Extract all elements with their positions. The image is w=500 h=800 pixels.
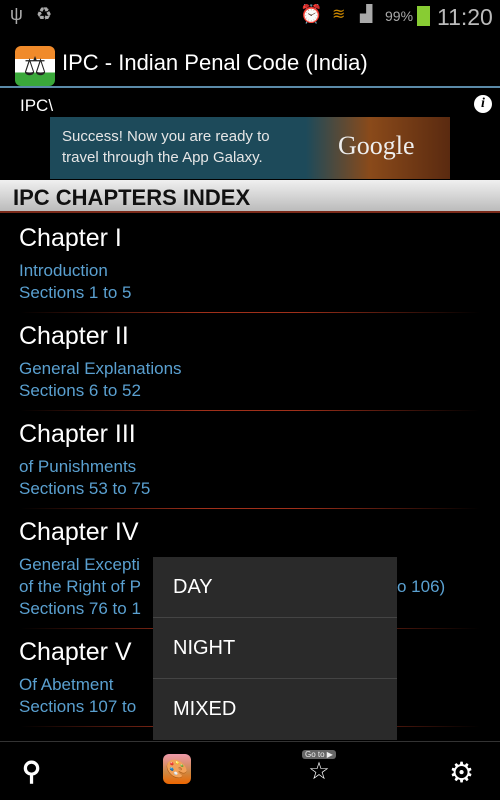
chapter-sections: Sections 107 to: [19, 697, 137, 716]
scales-of-justice-app-icon: ⚖: [15, 46, 55, 86]
alarm-icon: ⏰: [300, 4, 323, 24]
menu-item-mixed[interactable]: MIXED: [153, 679, 397, 740]
clock: 11:20: [437, 4, 493, 30]
bottom-toolbar: ⚲ 🎨 Go to ▶ ☆ ⚙: [0, 741, 500, 800]
ad-text-line2: travel through the App Galaxy.: [62, 149, 263, 166]
menu-item-night[interactable]: NIGHT: [153, 618, 397, 679]
chapter-title: Chapter V: [19, 638, 132, 666]
theme-menu: DAY NIGHT MIXED: [153, 557, 397, 740]
ad-text-line1: Success! Now you are ready to: [62, 128, 270, 145]
signal-icon: ▟: [360, 6, 373, 23]
usb-icon: ψ: [10, 4, 23, 24]
app-title: IPC - Indian Penal Code (India): [62, 50, 368, 75]
chapter-title: Chapter III: [19, 420, 136, 448]
search-icon[interactable]: ⚲: [22, 756, 41, 787]
divider: [20, 312, 480, 313]
chapter-desc: of Punishments: [19, 457, 137, 476]
star-icon: ☆: [308, 758, 330, 785]
ad-brand-logo: Google: [338, 131, 415, 160]
battery-charging-icon: [417, 6, 430, 26]
chapter-title: Chapter II: [19, 322, 129, 350]
theme-palette-icon[interactable]: 🎨: [163, 754, 191, 784]
goto-button[interactable]: Go to ▶ ☆: [302, 750, 336, 785]
divider: [20, 410, 480, 411]
info-icon[interactable]: i: [474, 95, 492, 113]
divider: [20, 508, 480, 509]
settings-icon[interactable]: ⚙: [449, 756, 474, 789]
chapter-sections: Sections 53 to 75: [19, 479, 151, 498]
chapter-desc: of the Right of P: [19, 577, 141, 596]
chapter-row[interactable]: Chapter III of Punishments Sections 53 t…: [0, 420, 500, 510]
chapter-row[interactable]: Chapter I Introduction Sections 1 to 5: [0, 224, 500, 314]
recycle-icon: ♻: [36, 4, 53, 24]
title-bar: ⚖ IPC - Indian Penal Code (India): [0, 38, 500, 88]
status-bar: ψ ♻ ⏰ ≋ ▟ 99% 11:20: [0, 0, 500, 32]
wifi-icon: ≋: [332, 6, 346, 23]
chapter-desc: General Excepti: [19, 555, 140, 574]
chapter-title: Chapter IV: [19, 518, 139, 546]
chapter-desc-tail: o 106): [397, 577, 446, 596]
battery-level: 99%: [385, 8, 414, 24]
index-header: IPC CHAPTERS INDEX: [0, 180, 500, 213]
ad-banner[interactable]: Success! Now you are ready to travel thro…: [50, 117, 450, 179]
menu-item-day[interactable]: DAY: [153, 557, 397, 618]
chapter-title: Chapter I: [19, 224, 122, 252]
chapter-row[interactable]: Chapter II General Explanations Sections…: [0, 322, 500, 412]
chapter-desc: General Explanations: [19, 359, 182, 378]
chapter-sections: Sections 6 to 52: [19, 381, 141, 400]
chapter-desc: Of Abetment: [19, 675, 114, 694]
chapter-desc: Introduction: [19, 261, 108, 280]
chapter-sections: Sections 1 to 5: [19, 283, 132, 302]
path-breadcrumb: IPC\: [20, 96, 54, 115]
chapter-sections: Sections 76 to 1: [19, 599, 141, 618]
